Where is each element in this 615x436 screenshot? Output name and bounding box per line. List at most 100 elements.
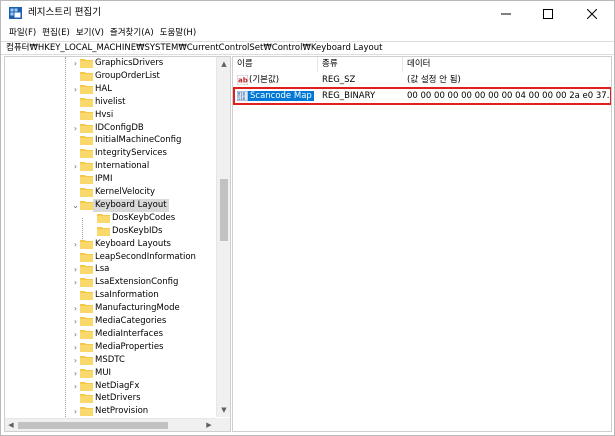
tree-item[interactable]: › Lsa xyxy=(5,263,215,276)
chevron-right-icon[interactable]: › xyxy=(71,355,80,366)
value-row[interactable]: ab (기본값) REG_SZ (값 설정 안 됨) xyxy=(233,73,611,87)
tree-item[interactable]: › MediaProperties xyxy=(5,341,215,354)
tree-item-label: GroupOrderList xyxy=(95,70,160,81)
scroll-down-icon[interactable]: ▼ xyxy=(217,403,230,417)
tree-item-label: IDConfigDB xyxy=(95,122,144,133)
column-header-name[interactable]: 이름 xyxy=(233,57,318,72)
tree-item-label: Lsa xyxy=(95,264,110,275)
folder-icon xyxy=(80,239,93,249)
tree-item[interactable]: DosKeybIDs xyxy=(5,225,215,238)
tree-item[interactable]: › NetDiagFx xyxy=(5,380,215,393)
chevron-right-icon[interactable]: › xyxy=(71,84,80,95)
folder-icon xyxy=(80,342,93,352)
tree-item-label: NetProvision xyxy=(95,406,149,417)
tree-item[interactable]: › IDConfigDB xyxy=(5,122,215,135)
menu-edit[interactable]: 편집(E) xyxy=(40,26,74,40)
folder-icon xyxy=(80,252,93,262)
scroll-thumb-horizontal[interactable] xyxy=(18,422,168,429)
chevron-right-icon[interactable]: › xyxy=(71,161,80,172)
folder-icon xyxy=(80,304,93,314)
tree-item[interactable]: › MediaInterfaces xyxy=(5,328,215,341)
minimize-button[interactable] xyxy=(485,1,527,26)
tree-item[interactable]: ⌄ Keyboard Layout xyxy=(5,198,215,212)
tree-item[interactable]: › International xyxy=(5,160,215,173)
tree-item-label: hivelist xyxy=(95,96,126,107)
tree-item[interactable]: › NetProvision xyxy=(5,405,215,418)
chevron-right-icon[interactable]: › xyxy=(71,123,80,134)
tree-item[interactable]: › ManufacturingMode xyxy=(5,302,215,315)
values-list-pane[interactable]: 이름 종류 데이터 ab (기본값) REG_SZ (값 설정 안 됨) 010… xyxy=(232,56,612,432)
chevron-right-icon[interactable]: › xyxy=(71,368,80,379)
tree-item-label: LsaExtensionConfig xyxy=(95,277,179,288)
folder-icon xyxy=(80,381,93,391)
tree-item[interactable]: NetDrivers xyxy=(5,392,215,405)
chevron-right-icon[interactable]: › xyxy=(71,406,80,417)
folder-icon xyxy=(80,278,93,288)
tree-item[interactable]: › Keyboard Layouts xyxy=(5,238,215,251)
address-bar[interactable]: 컴퓨터₩HKEY_LOCAL_MACHINE₩SYSTEM₩CurrentCon… xyxy=(1,41,614,55)
menu-favorites[interactable]: 즐겨찾기(A) xyxy=(108,26,158,40)
chevron-down-icon[interactable]: ⌄ xyxy=(71,200,80,211)
tree-item[interactable]: IPMI xyxy=(5,173,215,186)
value-name: (기본값) xyxy=(249,75,280,85)
scroll-right-icon[interactable]: ▶ xyxy=(203,419,215,431)
chevron-right-icon[interactable]: › xyxy=(71,277,80,288)
tree-item[interactable]: IntegrityServices xyxy=(5,147,215,160)
scroll-up-icon[interactable]: ▲ xyxy=(217,57,230,71)
tree-item[interactable]: › MSDTC xyxy=(5,354,215,367)
column-header-data[interactable]: 데이터 xyxy=(403,57,611,72)
tree-item[interactable]: LsaInformation xyxy=(5,289,215,302)
tree-item[interactable]: KernelVelocity xyxy=(5,186,215,199)
close-button[interactable] xyxy=(571,1,613,26)
maximize-button[interactable] xyxy=(527,1,569,26)
tree-item-label: Keyboard Layout xyxy=(93,198,169,212)
chevron-right-icon[interactable]: › xyxy=(71,264,80,275)
menu-file[interactable]: 파일(F) xyxy=(7,26,40,40)
scroll-thumb[interactable] xyxy=(220,179,228,241)
tree-item[interactable]: › LsaExtensionConfig xyxy=(5,276,215,289)
value-data: (값 설정 안 됨) xyxy=(407,75,461,85)
tree-item[interactable]: hivelist xyxy=(5,96,215,109)
tree-item[interactable]: DosKeybCodes xyxy=(5,212,215,225)
tree-item[interactable]: › HAL xyxy=(5,83,215,96)
folder-icon xyxy=(80,71,93,81)
folder-icon xyxy=(80,149,93,159)
chevron-right-icon[interactable]: › xyxy=(71,303,80,314)
title-bar[interactable]: 레지스트리 편집기 xyxy=(1,1,614,26)
chevron-right-icon[interactable]: › xyxy=(71,58,80,69)
tree-item[interactable]: InitialMachineConfig xyxy=(5,134,215,147)
folder-icon xyxy=(80,394,93,404)
chevron-right-icon[interactable]: › xyxy=(71,329,80,340)
menu-view[interactable]: 보기(V) xyxy=(74,26,108,40)
tree-item[interactable]: › MUI xyxy=(5,367,215,380)
menu-help[interactable]: 도움말(H) xyxy=(158,26,200,40)
chevron-right-icon[interactable]: › xyxy=(71,342,80,353)
tree-item[interactable]: GroupOrderList xyxy=(5,70,215,83)
folder-icon xyxy=(80,162,93,172)
maximize-icon xyxy=(543,8,553,19)
menu-bar: 파일(F) 편집(E) 보기(V) 즐겨찾기(A) 도움말(H) xyxy=(1,26,614,40)
tree-item-label: ManufacturingMode xyxy=(95,303,180,314)
folder-icon xyxy=(80,407,93,417)
key-tree-pane[interactable]: › GraphicsDrivers GroupOrderList › HAL hiveli… xyxy=(4,56,231,432)
folder-icon xyxy=(80,136,93,146)
chevron-right-icon[interactable]: › xyxy=(71,316,80,327)
folder-icon xyxy=(80,97,93,107)
folder-icon xyxy=(97,226,110,236)
tree-item[interactable]: Hvsi xyxy=(5,109,215,122)
scroll-left-icon[interactable]: ◀ xyxy=(5,419,17,431)
tree-item[interactable]: LeapSecondInformation xyxy=(5,251,215,264)
tree-item[interactable]: › GraphicsDrivers xyxy=(5,57,215,70)
folder-icon xyxy=(80,59,93,68)
folder-icon xyxy=(80,317,93,326)
tree-horizontal-scrollbar[interactable]: ◀ ▶ xyxy=(5,418,216,431)
column-header-type[interactable]: 종류 xyxy=(318,57,403,72)
tree-vertical-scrollbar[interactable]: ▲ ▼ xyxy=(216,57,230,417)
folder-icon xyxy=(80,329,93,339)
tree-item-label: IntegrityServices xyxy=(95,148,167,159)
folder-icon xyxy=(80,188,93,197)
chevron-right-icon[interactable]: › xyxy=(71,239,80,250)
tree-item[interactable]: › MediaCategories xyxy=(5,315,215,328)
chevron-right-icon[interactable]: › xyxy=(71,381,80,392)
close-icon xyxy=(587,8,597,19)
